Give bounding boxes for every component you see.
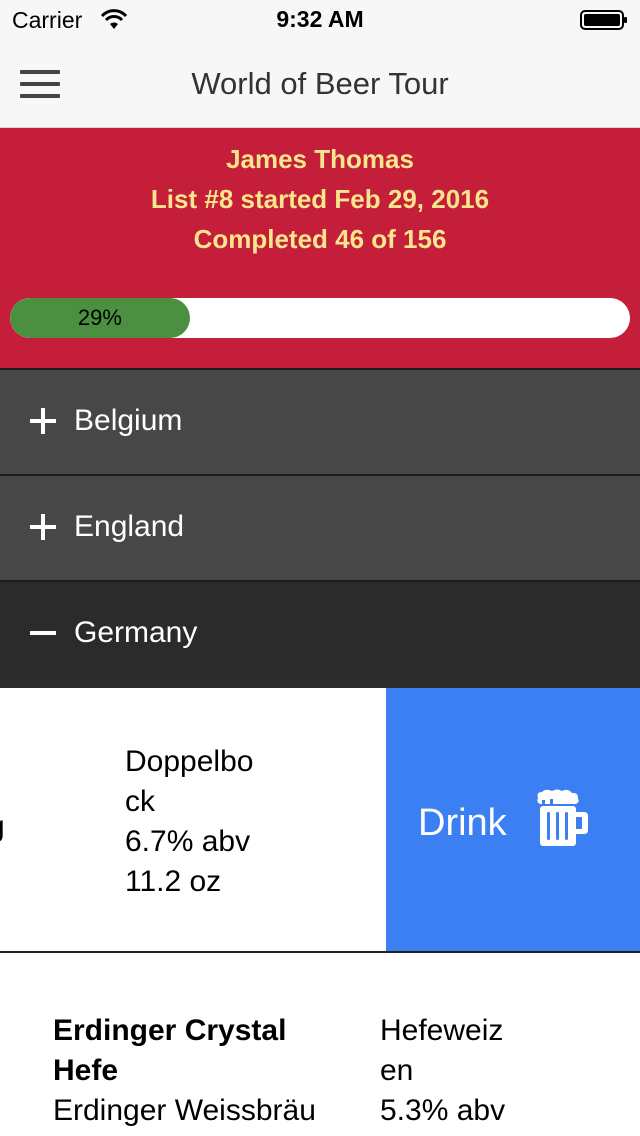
completion-count: Completed 46 of 156	[193, 224, 447, 254]
status-time: 9:32 AM	[276, 6, 364, 32]
country-name: England	[74, 510, 185, 543]
country-row-belgium[interactable]: Belgium	[0, 368, 640, 474]
country-name: Belgium	[74, 404, 183, 437]
expand-plus-icon	[30, 408, 56, 434]
beer-list-item[interactable]: g Doppelbo ck 6.7% abv 11.2 oz Drink	[0, 688, 640, 953]
beer-abv: 6.7% abv	[125, 825, 251, 858]
country-row-england[interactable]: England	[0, 474, 640, 580]
beer-mug-icon	[537, 789, 588, 846]
profile-header: James Thomas List #8 started Feb 29, 201…	[0, 128, 640, 368]
country-name: Germany	[74, 616, 198, 649]
beer-details: Doppelbo ck 6.7% abv 11.2 oz	[125, 742, 253, 902]
status-bar: Carrier 9:32 AM	[0, 0, 640, 40]
beer-list-item[interactable]: Erdinger Crystal Hefe Erdinger Weissbräu…	[0, 953, 640, 1136]
beer-style-line1: Hefeweiz	[380, 1014, 504, 1047]
collapse-minus-icon	[30, 620, 56, 646]
progress-label: 29%	[77, 305, 122, 330]
list-info: List #8 started Feb 29, 2016	[150, 184, 490, 214]
country-row-germany[interactable]: Germany	[0, 580, 640, 688]
beer-brewery-clipped: g	[0, 810, 5, 844]
beer-name: Erdinger Crystal Hefe	[53, 1014, 287, 1087]
beer-style-line1: Doppelbo	[125, 745, 254, 778]
beer-details: Hefeweiz en 5.3% abv	[380, 1011, 505, 1131]
drink-button[interactable]: Drink	[386, 688, 640, 951]
beer-style-line2: ck	[125, 785, 155, 818]
drink-button-label: Drink	[418, 802, 507, 844]
expand-plus-icon	[30, 514, 56, 540]
user-name: James Thomas	[226, 144, 414, 174]
beer-style-line2: en	[380, 1054, 414, 1087]
beer-abv: 5.3% abv	[380, 1094, 506, 1127]
beer-size: 11.2 oz	[125, 865, 222, 898]
navigation-bar: World of Beer Tour	[0, 40, 640, 128]
progress-bar: 29%	[10, 298, 630, 338]
battery-icon	[580, 10, 627, 30]
beer-brewery: Erdinger Weissbräu	[53, 1094, 316, 1127]
page-title: World of Beer Tour	[191, 66, 449, 101]
